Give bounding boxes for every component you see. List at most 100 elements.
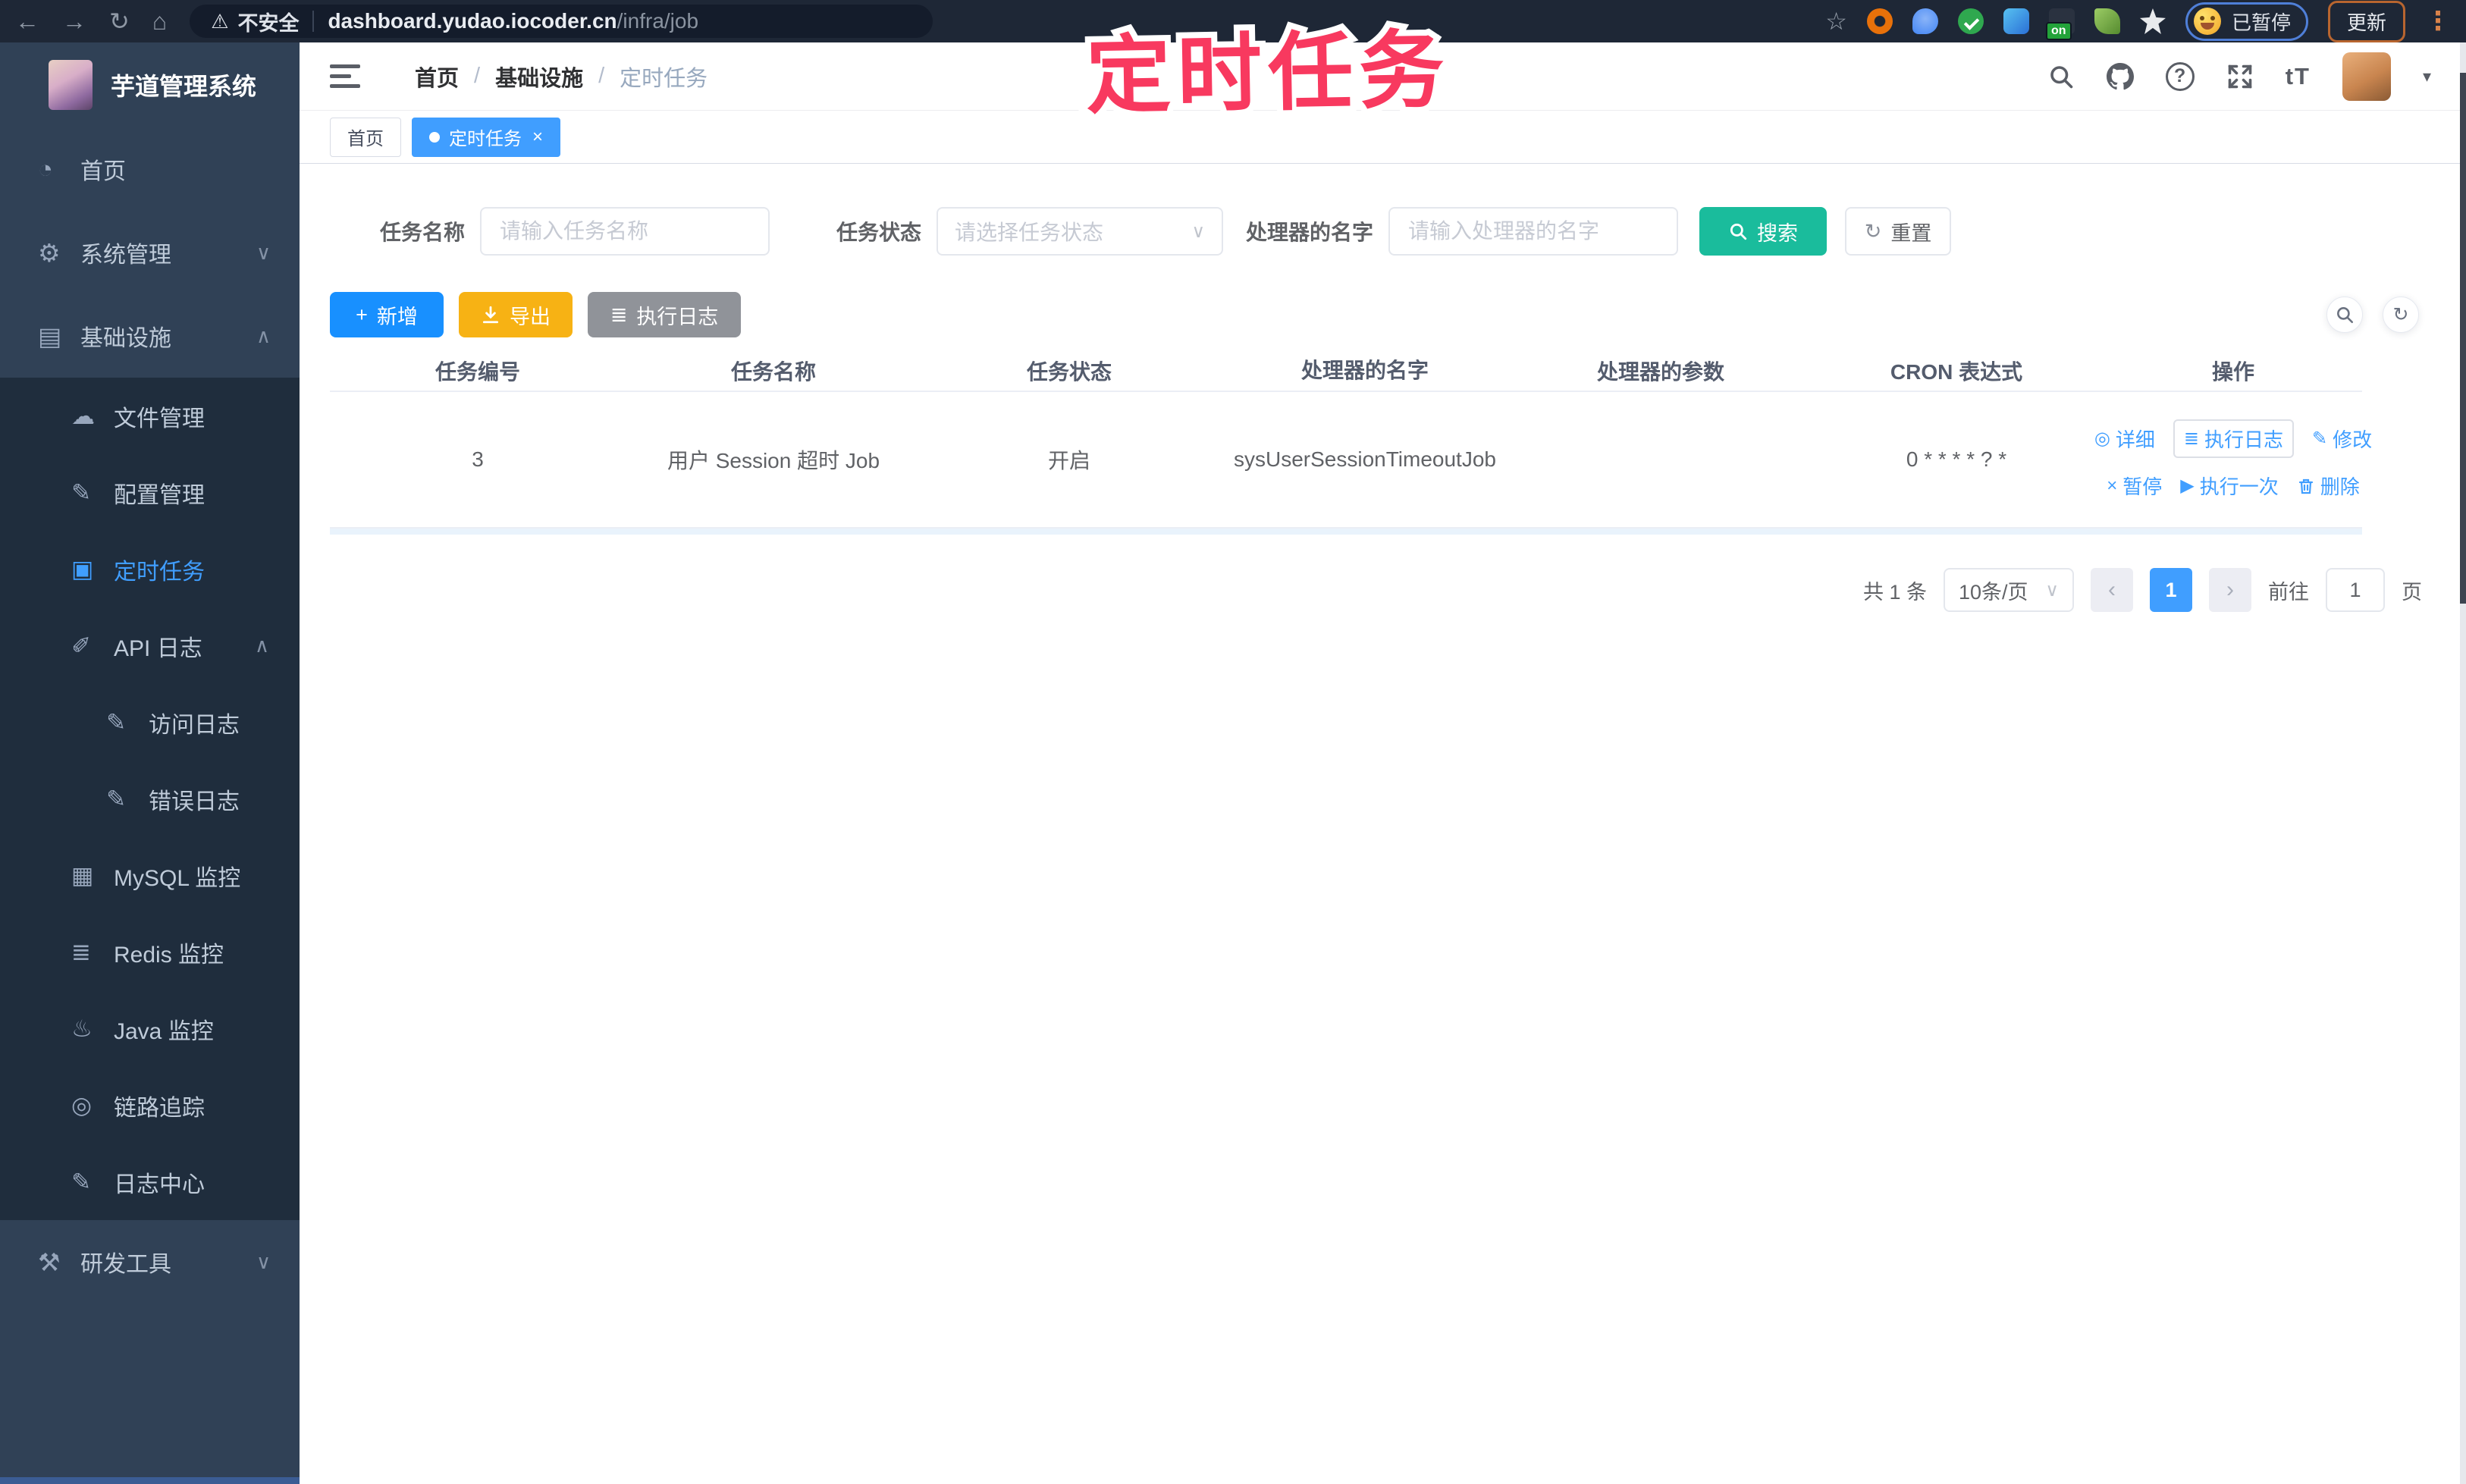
row-execution-log-link[interactable]: ≣ 执行日志	[2173, 419, 2294, 458]
sidebar-item-label: Redis 监控	[114, 942, 224, 968]
security-chip[interactable]: ⚠ 不安全	[211, 7, 299, 36]
schedule-icon: ▣	[71, 555, 94, 582]
sidebar-item-label: 访问日志	[149, 712, 240, 738]
sidebar-item-redis-monitor[interactable]: ≣ Redis 监控	[0, 914, 300, 990]
sidebar-item-log-center[interactable]: ✎ 日志中心	[0, 1144, 300, 1220]
refresh-button[interactable]: ↻	[2383, 296, 2419, 333]
goto-page-input[interactable]	[2326, 568, 2385, 612]
chevron-down-icon: ∨	[1191, 221, 1206, 242]
breadcrumb-separator: /	[598, 64, 605, 88]
pagination: 共 1 条 10条/页 ∨ ‹ 1 › 前往 页	[1863, 566, 2422, 614]
chevron-down-icon: ∨	[256, 1250, 271, 1273]
tab-scheduled-job[interactable]: 定时任务 ×	[412, 117, 561, 157]
reload-icon[interactable]: ↻	[109, 9, 130, 33]
breadcrumb-item-infra[interactable]: 基础设施	[495, 61, 583, 93]
sidebar-item-infra[interactable]: ▤ 基础设施 ∧	[0, 294, 300, 378]
sidebar-toggle-icon[interactable]	[330, 64, 360, 88]
breadcrumb-item-home[interactable]: 首页	[415, 61, 459, 93]
help-icon[interactable]: ?	[2165, 61, 2195, 91]
sidebar-item-mysql-monitor[interactable]: ▦ MySQL 监控	[0, 837, 300, 914]
cloud-upload-icon: ☁	[71, 402, 95, 429]
close-icon[interactable]: ×	[532, 127, 543, 148]
modify-link[interactable]: ✎ 修改	[2312, 425, 2372, 453]
sidebar-item-config-manage[interactable]: ✎ 配置管理	[0, 454, 300, 531]
eye-icon: ◎	[2094, 428, 2110, 449]
run-once-link[interactable]: ▶ 执行一次	[2180, 472, 2278, 500]
extension-icon-4[interactable]	[2003, 8, 2029, 34]
jobs-table: 任务编号 任务名称 任务状态 处理器的名字 处理器的参数 CRON 表达式 操作…	[330, 351, 2372, 535]
reset-button[interactable]: ↻ 重置	[1845, 207, 1952, 256]
search-icon[interactable]	[2047, 63, 2075, 90]
fullscreen-icon[interactable]	[2226, 63, 2254, 90]
handler-name-input[interactable]	[1388, 207, 1679, 256]
extension-icon-5[interactable]: on	[2045, 8, 2075, 40]
sidebar-item-scheduled-job[interactable]: ▣ 定时任务	[0, 531, 300, 607]
github-icon[interactable]	[2106, 62, 2134, 90]
sidebar-item-devtools[interactable]: ⚒ 研发工具 ∨	[0, 1220, 300, 1304]
export-button-label: 导出	[510, 305, 551, 328]
address-bar[interactable]: ⚠ 不安全 dashboard.yudao.iocoder.cn/infra/j…	[190, 5, 933, 38]
user-caret-icon[interactable]: ▾	[2423, 67, 2431, 86]
detail-link[interactable]: ◎ 详细	[2094, 425, 2155, 453]
bookmark-star-icon[interactable]: ☆	[1825, 7, 1847, 36]
tab-home[interactable]: 首页	[330, 117, 401, 157]
extension-icon-7[interactable]	[2139, 8, 2166, 34]
job-status-select[interactable]: 请选择任务状态 ∨	[937, 207, 1224, 256]
table-tools: ↻	[2326, 296, 2419, 333]
x-icon: ×	[2107, 475, 2118, 496]
sidebar-item-access-log[interactable]: ✎ 访问日志	[0, 684, 300, 761]
trash-icon	[2298, 478, 2313, 494]
sidebar-item-home[interactable]: ◔ 首页	[0, 127, 300, 211]
search-toggle-button[interactable]	[2326, 296, 2363, 333]
prev-page-button[interactable]: ‹	[2091, 568, 2133, 612]
user-avatar[interactable]	[2342, 52, 2391, 101]
sidebar-item-api-log[interactable]: ✐ API 日志 ∧	[0, 607, 300, 684]
cell-handler-name: sysUserSessionTimeoutJob	[1234, 447, 1496, 471]
sidebar-item-system[interactable]: ⚙ 系统管理 ∨	[0, 211, 300, 294]
export-button[interactable]: 导出	[459, 292, 573, 337]
next-page-button[interactable]: ›	[2209, 568, 2251, 612]
sidebar-item-label: 链路追踪	[114, 1095, 205, 1121]
screen: ← → ↻ ⌂ ⚠ 不安全 dashboard.yudao.iocoder.cn…	[0, 0, 2466, 1484]
pause-link[interactable]: × 暂停	[2107, 472, 2162, 500]
cell-cron: 0 * * * * ? *	[1906, 447, 2007, 471]
extension-icon-3[interactable]	[1957, 8, 1984, 34]
sidebar-item-trace[interactable]: ◎ 链路追踪	[0, 1067, 300, 1144]
back-icon[interactable]: ←	[15, 9, 39, 33]
list-icon: ≣	[610, 303, 628, 326]
execution-log-button[interactable]: ≣ 执行日志	[588, 292, 741, 337]
sidebar-item-label: 定时任务	[114, 559, 205, 585]
home-icon[interactable]: ⌂	[152, 9, 167, 33]
sidebar-item-java-monitor[interactable]: ♨ Java 监控	[0, 990, 300, 1067]
job-name-input[interactable]	[480, 207, 770, 256]
browser-menu-icon[interactable]: ⋮	[2425, 6, 2451, 36]
delete-link[interactable]: 删除	[2297, 472, 2360, 500]
security-label: 不安全	[237, 11, 300, 35]
edit-icon: ✎	[71, 1168, 91, 1195]
profile-paused-chip[interactable]: 已暂停	[2185, 2, 2308, 41]
eye-icon: ◎	[71, 1091, 93, 1118]
sidebar-item-label: MySQL 监控	[114, 865, 241, 891]
search-button[interactable]: 搜索	[1699, 207, 1828, 256]
extension-icon-1[interactable]	[1866, 8, 1893, 34]
sidebar-item-error-log[interactable]: ✎ 错误日志	[0, 761, 300, 837]
table-bottom-strip	[330, 529, 2362, 535]
font-size-icon[interactable]: tT	[2286, 63, 2311, 90]
extension-icon-6[interactable]	[2094, 8, 2120, 34]
reset-button-label: 重置	[1890, 221, 1932, 245]
extension-icon-2[interactable]	[1912, 8, 1938, 34]
sidebar-item-file-manage[interactable]: ☁ 文件管理	[0, 378, 300, 454]
current-page-button[interactable]: 1	[2150, 568, 2192, 612]
navbar-actions: ? tT ▾	[2047, 52, 2431, 101]
chevron-up-icon: ∧	[254, 634, 269, 657]
tab-label: 定时任务	[449, 129, 522, 149]
breadcrumb: 首页 / 基础设施 / 定时任务	[415, 61, 707, 93]
sidebar-item-label: 研发工具	[80, 1252, 171, 1277]
cell-job-name: 用户 Session 超时 Job	[667, 449, 880, 472]
update-button[interactable]: 更新	[2327, 0, 2405, 42]
add-button[interactable]: + 新增	[330, 292, 444, 337]
sidebar-item-label: 日志中心	[114, 1172, 205, 1197]
page-size-select[interactable]: 10条/页 ∨	[1944, 568, 2074, 612]
forward-icon[interactable]: →	[62, 9, 86, 33]
scrollbar-thumb[interactable]	[2460, 73, 2466, 604]
